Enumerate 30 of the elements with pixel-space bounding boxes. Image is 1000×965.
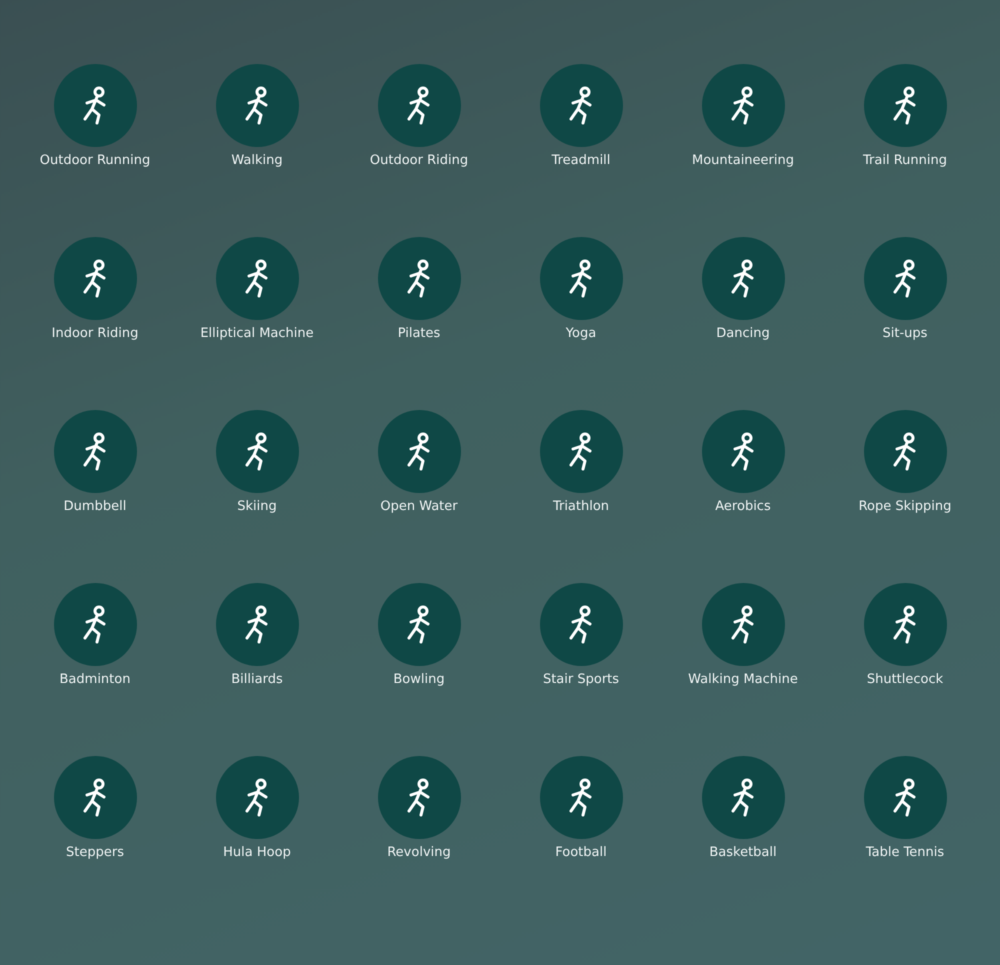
sport-label: Billiards	[231, 672, 283, 687]
sport-label: Rope Skipping	[858, 499, 952, 514]
sport-label: Basketball	[709, 845, 777, 860]
sport-label: Sit-ups	[882, 326, 928, 341]
sport-label: Trail Running	[863, 153, 947, 168]
sport-label: Steppers	[66, 845, 124, 860]
sport-label: Elliptical Machine	[200, 326, 314, 341]
sport-label: Outdoor Running	[40, 153, 150, 168]
sport-label: Indoor Riding	[52, 326, 138, 341]
sport-label: Mountaineering	[692, 153, 794, 168]
sport-label: Stair Sports	[542, 672, 620, 687]
sport-label: Triathlon	[552, 499, 610, 514]
sport-label: Outdoor Riding	[370, 153, 468, 168]
sport-label: Pilates	[398, 326, 440, 341]
sport-label: Dancing	[716, 326, 770, 341]
sport-label: Shuttlecock	[866, 672, 944, 687]
sport-label: Revolving	[387, 845, 451, 860]
sport-label: Yoga	[566, 326, 596, 341]
sport-label: Skiing	[237, 499, 277, 514]
sport-label: Table Tennis	[866, 845, 944, 860]
sport-label: Aerobics	[715, 499, 771, 514]
sport-label: Badminton	[60, 672, 130, 687]
sport-label: Hula Hoop	[223, 845, 291, 860]
sport-label: Walking	[231, 153, 283, 168]
sport-label: Walking Machine	[688, 672, 798, 687]
sport-label: Football	[555, 845, 607, 860]
sport-label: Open Water	[380, 499, 458, 514]
sport-label: Dumbbell	[64, 499, 126, 514]
sport-label: Treadmill	[552, 153, 610, 168]
sport-label: Bowling	[393, 672, 445, 687]
